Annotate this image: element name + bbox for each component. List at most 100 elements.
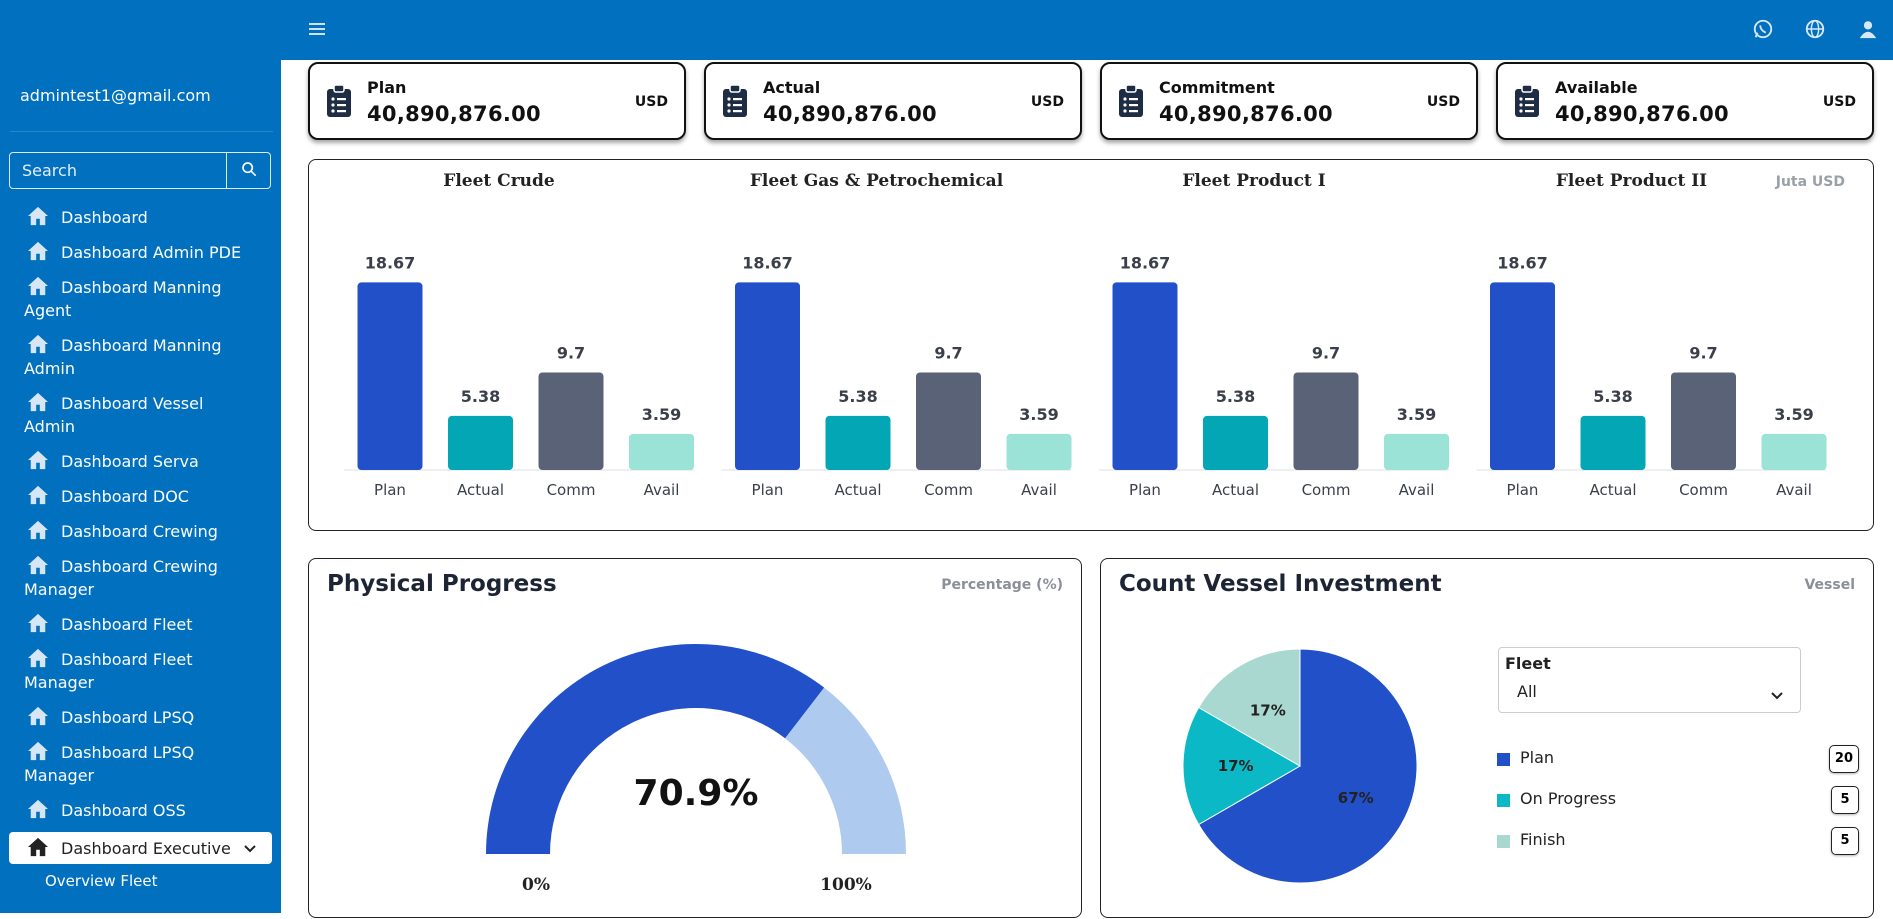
fleet-filter-select[interactable]: Fleet All [1498, 647, 1801, 713]
legend-swatch [1497, 794, 1510, 807]
sidebar-item-dashboard-serva[interactable]: Dashboard Serva [0, 444, 281, 479]
card-value: 40,890,876.00 [367, 102, 541, 126]
bar-data-label: 18.67 [1497, 253, 1548, 272]
legend-item-plan: Plan 20 [1497, 745, 1859, 775]
sidebar-item-dashboard-fleet-manager[interactable]: Dashboard Fleet Manager [0, 642, 281, 700]
bar-plan[interactable] [357, 282, 423, 470]
card-label: Actual [763, 78, 821, 97]
bar-comm[interactable] [916, 372, 981, 470]
x-tick-label: Plan [752, 481, 784, 499]
sidebar-item-dashboard-admin-pde[interactable]: Dashboard Admin PDE [0, 235, 281, 270]
clipboard-icon [722, 84, 748, 118]
sidebar-item-dashboard-vessel-admin[interactable]: Dashboard Vessel Admin [0, 386, 281, 444]
sidebar-item-label: Dashboard Fleet [61, 650, 193, 669]
home-icon [27, 520, 49, 540]
pie-percent-label: 17% [1218, 757, 1254, 775]
bar-avail[interactable] [1761, 433, 1827, 470]
sidebar-item-label: Dashboard Manning [61, 336, 222, 355]
bar-comm[interactable] [1671, 372, 1736, 470]
bar-comm[interactable] [538, 372, 604, 470]
sidebar-subitem-overview-fleet[interactable]: Overview Fleet [0, 868, 281, 890]
fleet-bar-charts: Fleet Crude 18.67 Plan 5.38 Actual 9.7 Comm 3.5… [344, 171, 1827, 499]
x-tick-label: Avail [1399, 481, 1435, 499]
sidebar-item-dashboard-crewing[interactable]: Dashboard Crewing [0, 514, 281, 549]
sidebar-item-dashboard-executive[interactable]: Dashboard Executive [9, 832, 272, 864]
sidebar-item-label: Dashboard OSS [61, 801, 186, 820]
legend-count-badge: 5 [1831, 786, 1859, 814]
bar-data-label: 5.38 [838, 387, 877, 406]
home-icon [27, 206, 49, 226]
pie-percent-label: 67% [1338, 789, 1374, 807]
card-label: Plan [367, 78, 407, 97]
bar-avail[interactable] [1384, 433, 1449, 470]
summary-card-plan: Plan 40,890,876.00 USD [308, 62, 686, 140]
bar-plan[interactable] [1112, 282, 1178, 470]
x-tick-label: Avail [644, 481, 680, 499]
summary-card-commitment: Commitment 40,890,876.00 USD [1100, 62, 1478, 140]
home-icon [27, 241, 49, 261]
search-icon [241, 161, 257, 181]
fleet-filter-label: Fleet [1505, 654, 1551, 673]
sidebar-item-dashboard-lpsq-manager[interactable]: Dashboard LPSQ Manager [0, 735, 281, 793]
summary-card-actual: Actual 40,890,876.00 USD [704, 62, 1082, 140]
whatsapp-icon[interactable] [1752, 18, 1774, 40]
home-icon [27, 837, 49, 857]
sidebar-divider [10, 131, 273, 132]
card-value: 40,890,876.00 [1159, 102, 1333, 126]
sidebar-item-dashboard-crewing-manager[interactable]: Dashboard Crewing Manager [0, 549, 281, 607]
fleet-filter-value: All [1517, 682, 1537, 701]
gauge-fill-arc [486, 644, 825, 854]
sidebar-item-dashboard-fleet[interactable]: Dashboard Fleet [0, 607, 281, 642]
sidebar-item-dashboard-manning-agent[interactable]: Dashboard Manning Agent [0, 270, 281, 328]
bar-chart-title: Fleet Product I [1182, 171, 1325, 191]
bar-plan[interactable] [735, 282, 800, 470]
bar-data-label: 3.59 [642, 405, 681, 424]
bar-data-label: 9.7 [934, 344, 962, 363]
vessel-pie-chart: 67% 17% 17% [1182, 648, 1418, 884]
sidebar: admintest1@gmail.com Dashboard Dashboard … [0, 60, 281, 913]
top-bar [0, 0, 1893, 60]
sidebar-item-dashboard-oss[interactable]: Dashboard OSS [0, 793, 281, 828]
sidebar-item-label: Dashboard Executive [61, 839, 231, 858]
bar-actual[interactable] [448, 415, 513, 470]
bar-comm[interactable] [1293, 372, 1359, 470]
card-value: 40,890,876.00 [1555, 102, 1729, 126]
chevron-down-icon [244, 836, 256, 859]
bar-actual[interactable] [1580, 415, 1646, 470]
user-icon[interactable] [1857, 18, 1879, 40]
chevron-down-icon [1770, 686, 1784, 700]
home-icon [27, 485, 49, 505]
bar-data-label: 3.59 [1019, 405, 1058, 424]
x-tick-label: Comm [1679, 481, 1728, 499]
bar-actual[interactable] [825, 415, 891, 470]
sidebar-item-dashboard-doc[interactable]: Dashboard DOC [0, 479, 281, 514]
sidebar-item-dashboard-manning-admin[interactable]: Dashboard Manning Admin [0, 328, 281, 386]
bar-avail[interactable] [1006, 433, 1072, 470]
search-input[interactable] [10, 153, 226, 188]
globe-icon[interactable] [1804, 18, 1826, 40]
pie-percent-label: 17% [1250, 701, 1286, 719]
sidebar-item-dashboard-lpsq[interactable]: Dashboard LPSQ [0, 700, 281, 735]
home-icon [27, 276, 49, 296]
x-tick-label: Plan [1129, 481, 1161, 499]
legend-item-finish: Finish 5 [1497, 827, 1859, 857]
legend-item-on-progress: On Progress 5 [1497, 786, 1859, 816]
sidebar-item-label: Dashboard LPSQ [61, 708, 195, 727]
home-icon [27, 799, 49, 819]
bar-chart-title: Fleet Gas & Petrochemical [750, 171, 1004, 191]
sidebar-item-dashboard[interactable]: Dashboard [0, 200, 281, 235]
bar-actual[interactable] [1203, 415, 1268, 470]
user-email: admintest1@gmail.com [20, 86, 211, 105]
bar-plan[interactable] [1490, 282, 1555, 470]
search-button[interactable] [226, 153, 270, 188]
x-tick-label: Actual [835, 481, 882, 499]
sidebar-item-label: Dashboard Crewing [61, 557, 218, 576]
x-tick-label: Actual [1212, 481, 1259, 499]
card-label: Available [1555, 78, 1638, 97]
bar-avail[interactable] [629, 433, 694, 470]
bar-data-label: 18.67 [1120, 253, 1171, 272]
sidebar-item-label: Dashboard Serva [61, 452, 199, 471]
card-unit: USD [1822, 94, 1856, 110]
hamburger-icon[interactable] [309, 20, 325, 38]
sidebar-search [9, 152, 271, 189]
